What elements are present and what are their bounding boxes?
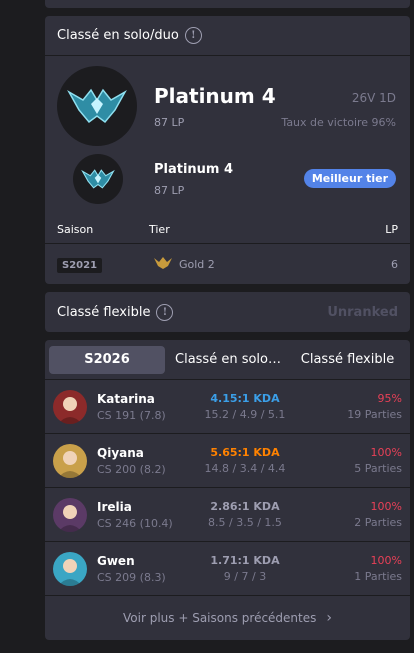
chevron-right-icon: › — [326, 610, 332, 626]
kda-detail: 8.5 / 3.5 / 1.5 — [208, 516, 282, 529]
champion-row[interactable]: Katarina CS 191 (7.8) 4.15:1 KDA 15.2 / … — [45, 380, 410, 434]
flex-ranked-title: Classé flexible — [57, 304, 151, 320]
ranked-column: Classé en solo/duo ! Platinum 4 87 LP 26… — [45, 0, 410, 640]
kda-ratio: 1.71:1 KDA — [210, 554, 280, 567]
champion-row[interactable]: Gwen CS 209 (8.3) 1.71:1 KDA 9 / 7 / 3 1… — [45, 542, 410, 596]
champion-cs: CS 191 (7.8) — [97, 408, 166, 422]
solo-ranked-title: Classé en solo/duo — [57, 28, 179, 43]
games-played: 5 Parties — [354, 462, 402, 475]
champion-winrate: 95% 19 Parties — [347, 392, 402, 421]
unranked-label: Unranked — [327, 304, 398, 320]
champion-list: Katarina CS 191 (7.8) 4.15:1 KDA 15.2 / … — [45, 380, 410, 596]
games-played: 1 Parties — [354, 570, 402, 583]
kda-ratio: 5.65:1 KDA — [210, 446, 280, 459]
champion-kda: 4.15:1 KDA 15.2 / 4.9 / 5.1 — [195, 392, 295, 421]
games-played: 19 Parties — [347, 408, 402, 421]
games-played: 2 Parties — [354, 516, 402, 529]
champion-row[interactable]: Irelia CS 246 (10.4) 2.86:1 KDA 8.5 / 3.… — [45, 488, 410, 542]
best-tier-badge: Meilleur tier — [303, 169, 396, 188]
kda-detail: 14.8 / 3.4 / 4.4 — [204, 462, 286, 475]
peak-lp: 87 LP — [154, 184, 185, 197]
lp-column-header: LP — [385, 223, 398, 236]
champion-kda: 5.65:1 KDA 14.8 / 3.4 / 4.4 — [195, 446, 295, 475]
current-lp: 87 LP — [154, 116, 185, 129]
season-column-header: Saison — [57, 223, 94, 236]
winrate-value: 100% — [370, 554, 402, 567]
champion-cs: CS 246 (10.4) — [97, 516, 173, 530]
info-icon[interactable]: ! — [156, 303, 174, 321]
winrate-value: 100% — [370, 446, 402, 459]
solo-ranked-header: Classé en solo/duo ! — [45, 16, 410, 56]
champion-cs: CS 200 (8.2) — [97, 462, 166, 476]
tab-solo[interactable]: Classé en solo… — [167, 352, 289, 367]
platinum-emblem-icon — [57, 66, 137, 146]
season-row: S2021 Gold 2 6 — [45, 244, 410, 284]
tier-column-header: Tier — [149, 223, 170, 236]
champion-info: Katarina CS 191 (7.8) — [97, 392, 166, 422]
champion-info: Gwen CS 209 (8.3) — [97, 554, 166, 584]
season-lp: 6 — [391, 257, 398, 271]
champion-avatar — [53, 497, 87, 532]
current-tier-name: Platinum 4 — [154, 84, 276, 108]
peak-tier-name: Platinum 4 — [154, 162, 234, 177]
see-more-label: Voir plus + Saisons précédentes — [123, 611, 317, 625]
kda-detail: 15.2 / 4.9 / 5.1 — [204, 408, 286, 421]
champion-avatar — [53, 443, 87, 478]
solo-ranked-card: Classé en solo/duo ! Platinum 4 87 LP 26… — [45, 16, 410, 284]
season-cell: S2021 — [57, 257, 153, 273]
champion-name: Qiyana — [97, 445, 144, 460]
kda-ratio: 4.15:1 KDA — [210, 392, 280, 405]
season-tag: S2021 — [57, 257, 103, 273]
season-tier: Gold 2 — [179, 257, 215, 271]
champion-info: Qiyana CS 200 (8.2) — [97, 446, 166, 476]
champion-name: Gwen — [97, 553, 135, 568]
champion-winrate: 100% 5 Parties — [354, 446, 402, 475]
champion-winrate: 100% 2 Parties — [354, 500, 402, 529]
win-rate: Taux de victoire 96% — [281, 116, 396, 129]
tab-flex[interactable]: Classé flexible — [289, 352, 406, 367]
champion-winrate: 100% 1 Parties — [354, 554, 402, 583]
see-more-button[interactable]: Voir plus + Saisons précédentes › — [45, 596, 410, 640]
gold-emblem-icon — [153, 256, 173, 273]
champion-avatar — [53, 389, 87, 424]
flex-ranked-card: Classé flexible ! Unranked — [45, 292, 410, 332]
season-table-header: Saison Tier LP — [45, 216, 410, 244]
win-loss-record: 26V 1D — [351, 91, 396, 105]
winrate-value: 100% — [370, 500, 402, 513]
tab-season[interactable]: S2026 — [49, 345, 165, 374]
champion-name: Katarina — [97, 391, 155, 406]
current-tier: Platinum 4 87 LP 26V 1D Taux de victoire… — [45, 56, 410, 151]
champion-cs: CS 209 (8.3) — [97, 570, 166, 584]
champion-stats-card: S2026 Classé en solo… Classé flexible Ka… — [45, 340, 410, 640]
info-icon[interactable]: ! — [184, 27, 202, 44]
champion-avatar — [53, 551, 87, 586]
kda-ratio: 2.86:1 KDA — [210, 500, 280, 513]
champion-info: Irelia CS 246 (10.4) — [97, 500, 173, 530]
champion-name: Irelia — [97, 499, 132, 514]
champion-row[interactable]: Qiyana CS 200 (8.2) 5.65:1 KDA 14.8 / 3.… — [45, 434, 410, 488]
peak-tier: Platinum 4 87 LP Meilleur tier — [45, 151, 410, 216]
winrate-value: 95% — [377, 392, 402, 405]
champion-kda: 1.71:1 KDA 9 / 7 / 3 — [195, 554, 295, 583]
champion-tabs: S2026 Classé en solo… Classé flexible — [45, 340, 410, 380]
champion-kda: 2.86:1 KDA 8.5 / 3.5 / 1.5 — [195, 500, 295, 529]
kda-detail: 9 / 7 / 3 — [223, 570, 267, 583]
previous-card-edge — [45, 0, 410, 8]
platinum-emblem-small-icon — [73, 154, 123, 204]
